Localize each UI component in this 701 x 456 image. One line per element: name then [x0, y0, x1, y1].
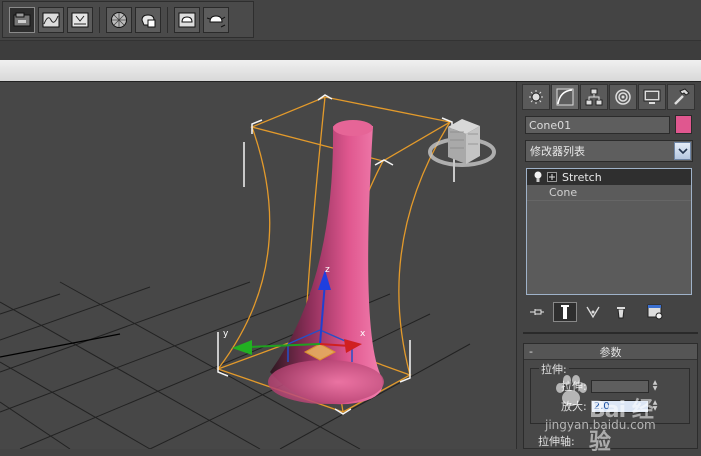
toolbar-button-material-editor[interactable]: [106, 6, 132, 33]
pin-stack-button[interactable]: [525, 302, 549, 322]
motion-tab[interactable]: [609, 84, 637, 110]
toolbar-separator: [167, 6, 168, 33]
pin-icon: [530, 309, 544, 315]
stack-tools-row: [525, 301, 695, 323]
stretch-group: 拉伸: 拉伸: ▲ ▼ 放大: 2.0 ▲ ▼: [530, 361, 690, 424]
modifier-stack-list[interactable]: Stretch Cone: [526, 168, 692, 295]
amplify-param-row: 放大: 2.0 ▲ ▼: [561, 399, 661, 413]
toolbar-button-curve-editor[interactable]: [38, 6, 64, 33]
configure-sets-icon: [647, 304, 663, 320]
make-unique-icon: [586, 306, 600, 319]
show-end-result-icon: [561, 305, 569, 319]
toolbar-button-render-setup[interactable]: [67, 6, 93, 33]
make-unique-button[interactable]: [581, 302, 605, 322]
parameters-rollout-header[interactable]: - 参数: [524, 344, 697, 360]
curve-editor-icon: [42, 12, 60, 27]
toolbar-button-render-frame[interactable]: [135, 6, 161, 33]
secondary-toolbar-strip: [0, 40, 701, 60]
viewport-label-bar: [0, 60, 701, 82]
toolbar-button-open[interactable]: [9, 6, 35, 33]
modifier-list-label: 修改器列表: [530, 145, 585, 158]
collapse-sign: -: [529, 345, 533, 358]
parameters-rollout: - 参数 拉伸: 拉伸: ▲ ▼ 放大: 2.0 ▲ ▼ 拉伸轴:: [523, 343, 698, 449]
chevron-down-icon[interactable]: [674, 142, 691, 160]
parameters-title: 参数: [599, 345, 622, 359]
lightbulb-icon[interactable]: [533, 171, 543, 183]
stack-item-stretch[interactable]: Stretch: [527, 169, 691, 185]
render-setup-icon: [71, 12, 89, 27]
stack-item-cone-label: Cone: [549, 186, 578, 199]
toolbar-render-group: [2, 1, 254, 38]
open-file-icon: [13, 12, 31, 26]
stack-item-stretch-label: Stretch: [562, 170, 602, 184]
render-teapot-icon: [178, 12, 196, 27]
utilities-tab[interactable]: [667, 84, 695, 110]
stretch-axis-group-label: 拉伸轴:: [538, 435, 575, 448]
toolbar-button-quick-render[interactable]: [203, 6, 229, 33]
material-editor-icon: [111, 11, 127, 28]
display-monitor-icon: [643, 89, 661, 104]
remove-modifier-button[interactable]: [609, 302, 633, 322]
amplify-value-field[interactable]: 2.0: [590, 399, 649, 413]
perspective-viewport[interactable]: z y x: [0, 82, 516, 449]
display-tab[interactable]: [638, 84, 666, 110]
expand-plus-icon[interactable]: [547, 172, 557, 182]
command-panel-tabs: [522, 84, 700, 110]
modifier-list-dropdown[interactable]: 修改器列表: [525, 140, 693, 162]
motion-icon: [615, 89, 631, 105]
modify-tab[interactable]: [551, 84, 579, 110]
create-sun-icon: [529, 90, 543, 104]
axis-label-x: x: [360, 329, 366, 339]
object-color-swatch[interactable]: [675, 115, 692, 134]
show-end-result-button[interactable]: [553, 302, 577, 322]
amplify-label: 放大:: [561, 400, 587, 413]
amplify-spinner[interactable]: ▲ ▼: [653, 399, 661, 413]
hierarchy-tab[interactable]: [580, 84, 608, 110]
modify-curve-icon: [556, 88, 574, 106]
utilities-hammer-icon: [674, 88, 690, 105]
object-name-field[interactable]: [525, 116, 670, 134]
stack-item-cone[interactable]: Cone: [527, 185, 691, 201]
configure-modifier-sets-button[interactable]: [643, 302, 667, 322]
stretch-spinner[interactable]: ▲ ▼: [653, 379, 661, 393]
hierarchy-icon: [585, 88, 603, 106]
stretch-param-row: 拉伸: ▲ ▼: [561, 379, 661, 393]
toolbar-separator: [99, 6, 100, 33]
quick-render-icon: [206, 14, 226, 27]
trash-icon: [617, 307, 625, 319]
stretch-label: 拉伸:: [561, 380, 587, 393]
stretch-group-label: 拉伸:: [539, 361, 569, 377]
stretch-value-field[interactable]: [590, 379, 649, 393]
create-tab[interactable]: [522, 84, 550, 110]
render-frame-icon: [141, 13, 156, 27]
axis-label-z: z: [325, 265, 330, 275]
axis-label-y: y: [223, 329, 229, 339]
rollout-separator: [523, 332, 698, 334]
main-toolbar: [0, 0, 701, 40]
toolbar-button-render-teapot[interactable]: [174, 6, 200, 33]
view-cube: [428, 119, 496, 167]
viewport-scene: z y x: [0, 94, 496, 449]
command-panel: 修改器列表 Stretch Cone: [516, 82, 701, 449]
